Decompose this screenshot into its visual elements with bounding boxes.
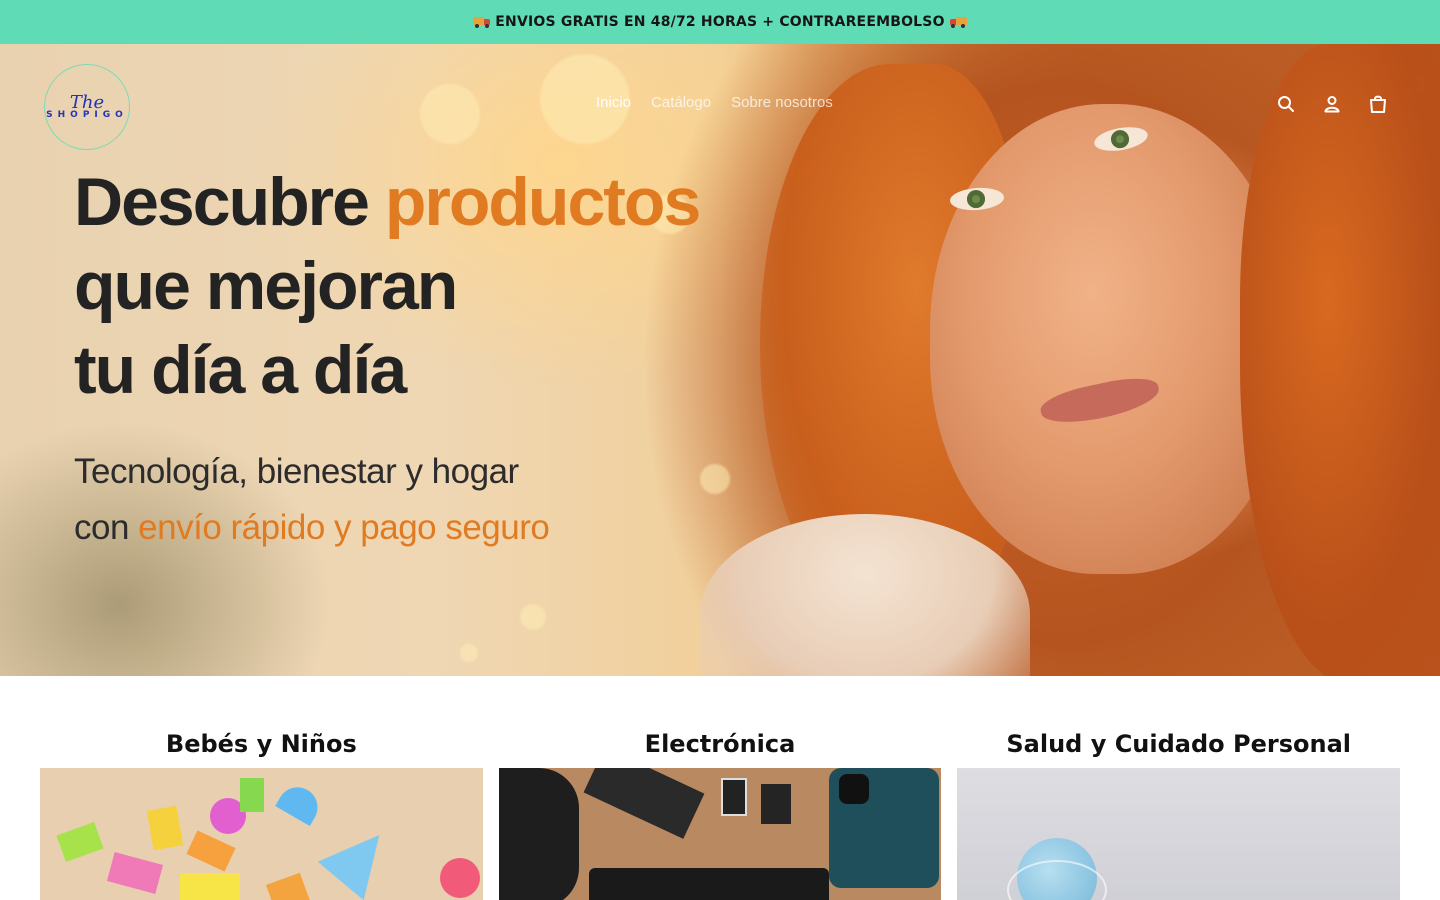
cart-icon[interactable]	[1368, 94, 1388, 114]
collection-card-electronica[interactable]: Electrónica	[498, 730, 942, 900]
collection-card-salud[interactable]: Salud y Cuidado Personal	[957, 730, 1401, 900]
collection-grid: Bebés y Niños Electrónica Salud y Cuidad…	[40, 730, 1401, 900]
announcement-text: ENVIOS GRATIS EN 48/72 HORAS + CONTRAREE…	[495, 14, 945, 30]
collection-image[interactable]	[498, 768, 942, 900]
shop-logo[interactable]: The SHOPIGO	[44, 64, 130, 150]
subheadline-accent: envío rápido y pago seguro	[138, 508, 550, 547]
collection-card-bebes[interactable]: Bebés y Niños	[40, 730, 483, 900]
truck-icon	[949, 16, 967, 28]
header-icons	[1276, 94, 1388, 114]
hero-headline: Descubre productos que mejoran tu día a …	[74, 164, 701, 408]
headline-accent: productos	[384, 164, 701, 240]
collection-title[interactable]: Electrónica	[499, 730, 942, 768]
truck-icon	[473, 16, 491, 28]
collection-image[interactable]	[957, 768, 1401, 900]
collection-image[interactable]	[40, 768, 483, 900]
account-icon[interactable]	[1322, 94, 1342, 114]
logo-word: SHOPIGO	[46, 110, 128, 120]
main-nav: Inicio Catálogo Sobre nosotros	[596, 94, 833, 111]
hero-model-face	[930, 104, 1290, 574]
announcement-bar: ENVIOS GRATIS EN 48/72 HORAS + CONTRAREE…	[0, 0, 1440, 44]
nav-catalogo[interactable]: Catálogo	[651, 94, 711, 111]
collection-title[interactable]: Bebés y Niños	[40, 730, 483, 768]
search-icon[interactable]	[1276, 94, 1296, 114]
nav-sobre-nosotros[interactable]: Sobre nosotros	[731, 94, 833, 111]
collection-title[interactable]: Salud y Cuidado Personal	[957, 730, 1400, 768]
nav-inicio[interactable]: Inicio	[596, 94, 631, 111]
hero-subheadline: Tecnología, bienestar y hogar con envío …	[74, 452, 550, 547]
